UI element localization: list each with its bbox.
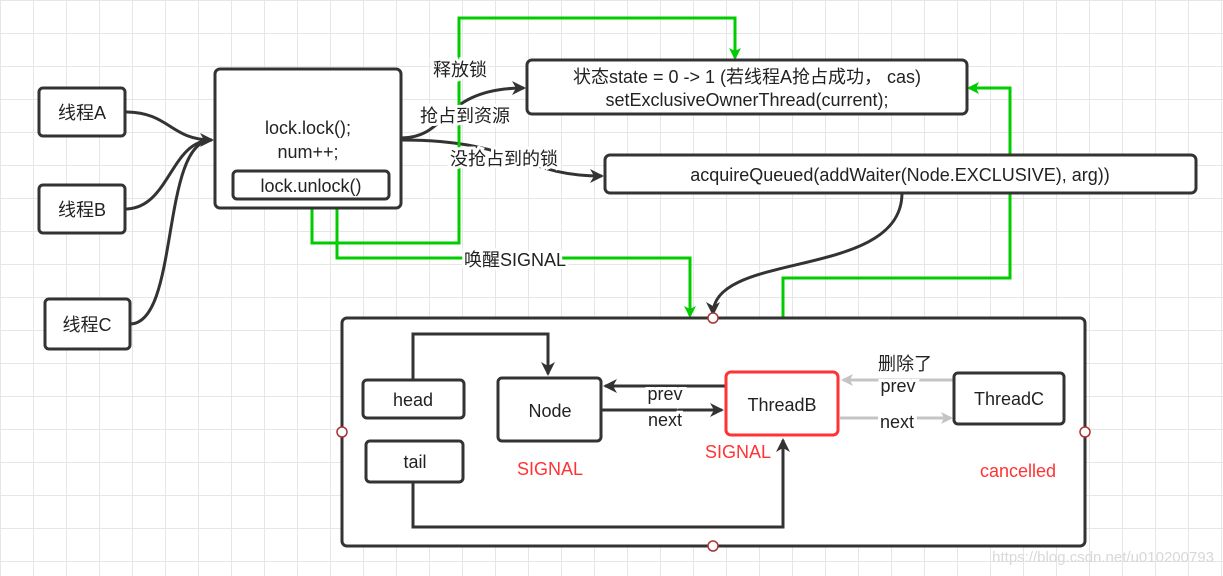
thread-a: 线程A [58,103,106,123]
watermark: https://blog.csdn.net/u010200793 [992,549,1214,566]
edge-enqueue [706,192,904,316]
node-text: Node [528,401,571,421]
label-release: 释放锁 [433,60,487,80]
state-line1: 状态state = 0 -> 1 (若线程A抢占成功， cas) [573,67,921,87]
queue-container [340,316,1087,548]
lock-line: lock.lock(); [265,118,351,138]
tail-text: tail [403,452,426,472]
acquire-text: acquireQueued(addWaiter(Node.EXCLUSIVE),… [690,165,1110,185]
edge-thread-c [129,138,213,326]
state-line2: setExclusiveOwnerThread(current); [605,90,888,110]
label-next: next [648,410,682,430]
thread-c: 线程C [63,315,112,335]
edge-thread-a [124,110,214,147]
thread-c-status: cancelled [980,461,1056,481]
label-prev-c: prev [880,376,915,396]
label-next-c: next [880,412,914,432]
unlock-text: lock.unlock() [260,176,361,196]
num-line: num++; [277,142,338,162]
node-status: SIGNAL [517,459,583,479]
thread-b: 线程B [58,200,106,220]
head-text: head [393,390,433,410]
diagram-canvas: 线程A 线程B 线程C lock.lock(); num++; lock.unl… [0,0,1223,576]
label-wake: 唤醒SIGNAL [464,250,566,270]
edge-thread-b [124,138,213,211]
diagram: 线程A 线程B 线程C lock.lock(); num++; lock.unl… [37,16,1214,566]
thread-b-text: ThreadB [747,395,816,415]
thread-b-status: SIGNAL [705,442,771,462]
label-not-acquired: 没抢占到的锁 [450,149,558,169]
label-prev: prev [647,384,682,404]
thread-c-text: ThreadC [974,389,1044,409]
label-deleted: 删除了 [878,354,932,374]
label-acquired: 抢占到资源 [420,106,510,126]
